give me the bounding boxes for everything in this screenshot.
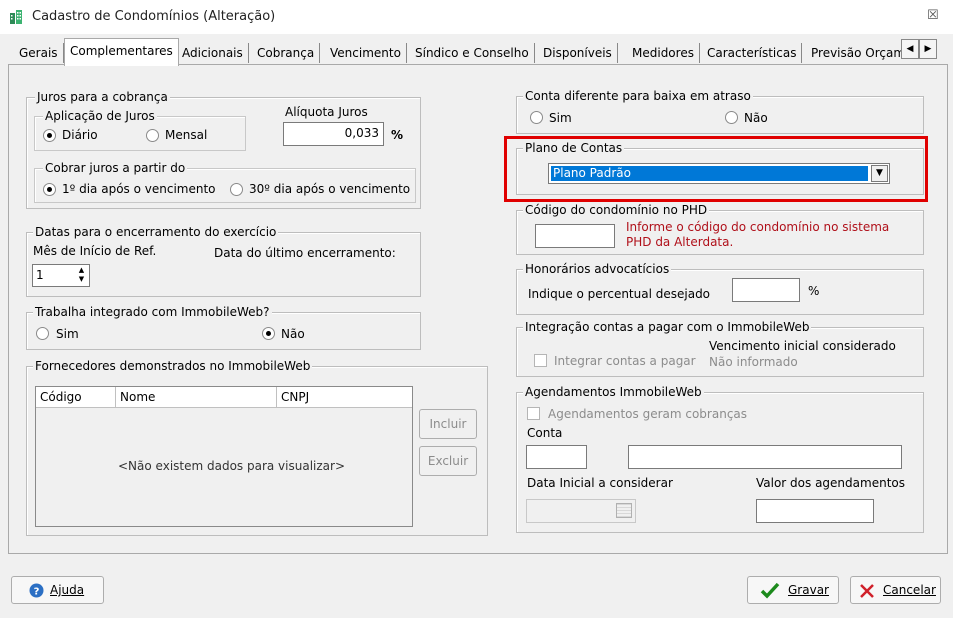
diario-label: Diário	[62, 128, 98, 142]
incluir-button[interactable]: Incluir	[419, 409, 477, 439]
tab-previsao[interactable]: Previsão Orçam	[806, 43, 908, 63]
honorarios-input[interactable]	[732, 278, 800, 302]
honorarios-percent: %	[808, 284, 820, 298]
grid-header: Código Nome CNPJ	[36, 387, 412, 408]
conta-code-input[interactable]	[526, 445, 587, 469]
cobrar-title: Cobrar juros a partir do	[43, 161, 188, 175]
codigo-phd-hint-2: PHD da Alterdata.	[626, 235, 734, 249]
immobile-group: Trabalha integrado com ImmobileWeb?	[26, 305, 421, 350]
aliquota-label: Alíquota Juros	[285, 105, 368, 119]
tab-medidores[interactable]: Medidores	[627, 43, 700, 63]
col-nome[interactable]: Nome	[120, 390, 155, 404]
immobile-nao-label: Não	[281, 327, 305, 341]
plano-value: Plano Padrão	[551, 166, 868, 181]
conta-nao-radio[interactable]	[725, 111, 738, 124]
tab-complementares[interactable]: Complementares	[64, 38, 179, 66]
datas-title: Datas para o encerramento do exercício	[33, 225, 279, 239]
dia30-label: 30º dia após o vencimento	[249, 182, 411, 196]
juros-title: Juros para a cobrança	[35, 90, 170, 104]
col-separator	[276, 387, 277, 407]
ajuda-label: Ajuda	[50, 583, 85, 597]
tab-cobranca[interactable]: Cobrança	[252, 43, 321, 63]
aliquota-percent: %	[391, 128, 404, 142]
integracao-title: Integração contas a pagar com o Immobile…	[523, 320, 812, 334]
integrar-label: Integrar contas a pagar	[554, 354, 696, 368]
data-inicial-label: Data Inicial a considerar	[527, 476, 673, 490]
immobile-sim-radio[interactable]	[36, 327, 49, 340]
codigo-phd-input[interactable]	[535, 224, 615, 248]
tab-gerais[interactable]: Gerais	[14, 43, 64, 63]
chevron-down-icon[interactable]: ▼	[871, 165, 888, 182]
tab-caracteristicas[interactable]: Características	[702, 43, 803, 63]
codigo-phd-hint-1: Informe o código do condomínio no sistem…	[626, 220, 890, 234]
close-icon[interactable]: ☒	[927, 8, 939, 23]
codigo-phd-title: Código do condomínio no PHD	[523, 203, 710, 217]
vencimento-value: Não informado	[709, 355, 798, 369]
agendamentos-check-label: Agendamentos geram cobranças	[548, 407, 748, 421]
plano-select[interactable]: Plano Padrão ▼	[548, 163, 890, 184]
mes-value: 1	[36, 268, 44, 282]
conta-sim-label: Sim	[549, 111, 572, 125]
conta-name-input[interactable]	[628, 445, 902, 469]
tab-scroll-left-icon[interactable]: ◀	[901, 39, 919, 59]
dia1-label: 1º dia após o vencimento	[62, 182, 216, 196]
calendar-icon[interactable]	[616, 503, 632, 518]
close-icon	[860, 584, 874, 598]
conta-diferente-group: Conta diferente para baixa em atraso	[516, 89, 924, 134]
immobile-title: Trabalha integrado com ImmobileWeb?	[33, 305, 272, 319]
gravar-label: Gravar	[788, 583, 829, 597]
mensal-label: Mensal	[165, 128, 208, 142]
immobile-nao-radio[interactable]	[262, 327, 275, 340]
tab-adicionais[interactable]: Adicionais	[177, 43, 249, 63]
immobile-sim-label: Sim	[56, 327, 79, 341]
col-separator	[115, 387, 116, 407]
fornecedores-title: Fornecedores demonstrados no ImmobileWeb	[33, 359, 313, 373]
svg-text:?: ?	[34, 587, 40, 598]
ajuda-button[interactable]: ? Ajuda	[11, 576, 104, 604]
plano-title: Plano de Contas	[523, 141, 625, 155]
aliquota-input[interactable]: 0,033	[283, 122, 384, 146]
cancelar-label: Cancelar	[883, 583, 936, 597]
dia1-radio[interactable]	[43, 183, 56, 196]
mes-label: Mês de Início de Ref.	[33, 244, 157, 258]
agendamentos-checkbox[interactable]	[527, 407, 540, 420]
tab-vencimento[interactable]: Vencimento	[325, 43, 407, 63]
mensal-radio[interactable]	[146, 129, 159, 142]
checkmark-icon	[760, 582, 780, 599]
title-bar: Cadastro de Condomínios (Alteração) ☒	[0, 0, 953, 34]
tab-sindico[interactable]: Síndico e Conselho	[410, 43, 535, 63]
grid-empty-message: <Não existem dados para visualizar>	[118, 459, 346, 473]
conta-nao-label: Não	[744, 111, 768, 125]
honorarios-title: Honorários advocatícios	[523, 262, 672, 276]
conta-label: Conta	[527, 426, 563, 440]
cancelar-button[interactable]: Cancelar	[850, 576, 941, 604]
mes-spinner[interactable]: 1 ▲ ▼	[32, 264, 90, 287]
tab-scroll-right-icon[interactable]: ▶	[919, 39, 937, 59]
col-cnpj[interactable]: CNPJ	[281, 390, 309, 404]
ultimo-label: Data do último encerramento:	[214, 246, 396, 260]
conta-sim-radio[interactable]	[530, 111, 543, 124]
gravar-button[interactable]: Gravar	[747, 576, 839, 604]
data-inicial-input[interactable]	[526, 499, 636, 523]
window-title: Cadastro de Condomínios (Alteração)	[32, 9, 276, 24]
building-icon	[10, 10, 22, 24]
conta-diferente-title: Conta diferente para baixa em atraso	[523, 89, 753, 103]
aplicacao-title: Aplicação de Juros	[43, 109, 157, 123]
col-codigo[interactable]: Código	[40, 390, 82, 404]
dia30-radio[interactable]	[230, 183, 243, 196]
valor-label: Valor dos agendamentos	[756, 476, 905, 490]
fornecedores-grid[interactable]: Código Nome CNPJ <Não existem dados para…	[35, 386, 413, 527]
agendamentos-title: Agendamentos ImmobileWeb	[523, 385, 704, 399]
help-icon: ?	[29, 583, 44, 598]
tab-disponiveis[interactable]: Disponíveis	[538, 43, 618, 63]
vencimento-label: Vencimento inicial considerado	[709, 339, 896, 353]
honorarios-label: Indique o percentual desejado	[528, 287, 711, 301]
integrar-checkbox[interactable]	[534, 354, 547, 367]
valor-input[interactable]	[756, 499, 874, 523]
diario-radio[interactable]	[43, 129, 56, 142]
spinner-arrows-icon[interactable]: ▲ ▼	[75, 266, 88, 285]
excluir-button[interactable]: Excluir	[419, 446, 477, 476]
